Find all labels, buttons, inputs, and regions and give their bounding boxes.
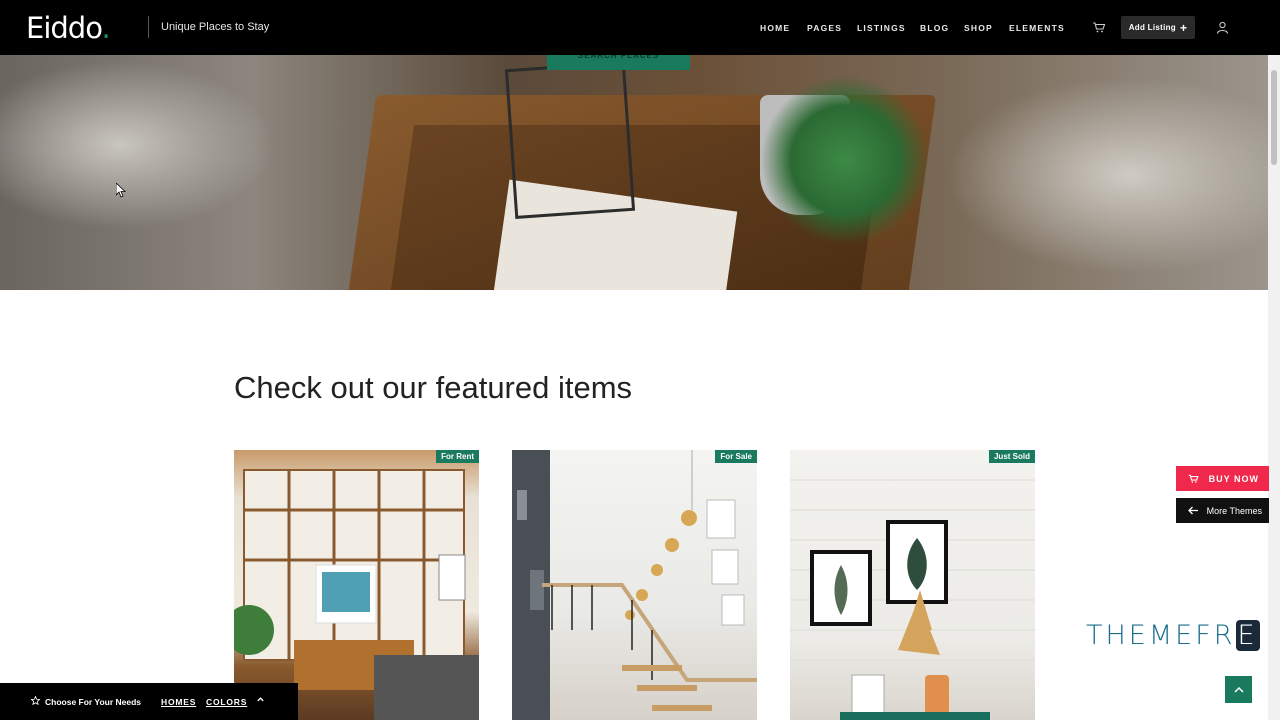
- hero-image: [0, 55, 1268, 290]
- choose-needs-label: Choose For Your Needs: [45, 697, 142, 707]
- card-image-living-room: [234, 469, 479, 720]
- card-image-staircase: [512, 450, 757, 720]
- nav-shop[interactable]: SHOP: [964, 23, 993, 33]
- chevron-up-icon: [1233, 686, 1244, 693]
- add-listing-button[interactable]: Add Listing +: [1121, 16, 1195, 39]
- logo-text: Eiddo: [26, 11, 102, 45]
- buy-now-button[interactable]: BUY NOW: [1176, 466, 1269, 491]
- nav-blog[interactable]: BLOG: [920, 23, 949, 33]
- brand-e-box: E: [1235, 620, 1260, 651]
- add-listing-label: Add Listing: [1128, 23, 1176, 32]
- more-themes-label: More Themes: [1206, 505, 1262, 516]
- brand-text: THEMEFR: [1086, 620, 1236, 651]
- scrollbar-thumb[interactable]: [1271, 70, 1277, 165]
- mouse-cursor-icon: [116, 183, 126, 198]
- site-header: Eiddo. Unique Places to Stay HOME PAGES …: [0, 0, 1280, 55]
- tagline-divider: [148, 16, 149, 38]
- featured-card[interactable]: For Sale: [512, 450, 757, 720]
- arrow-left-icon: [1188, 506, 1198, 515]
- nav-home[interactable]: HOME: [760, 23, 790, 33]
- card-image-wall-art: [790, 479, 1035, 720]
- plus-icon: +: [1179, 20, 1188, 35]
- colors-link[interactable]: COLORS: [206, 697, 247, 707]
- site-logo[interactable]: Eiddo.: [26, 11, 111, 45]
- nav-pages[interactable]: PAGES: [807, 23, 842, 33]
- buy-now-label: BUY NOW: [1208, 473, 1259, 484]
- back-to-top-button[interactable]: [1225, 676, 1252, 703]
- featured-section-title: Check out our featured items: [234, 370, 633, 405]
- status-badge: For Rent: [436, 450, 479, 463]
- demo-chooser-bar: Choose For Your Needs HOMES COLORS: [0, 683, 298, 720]
- cart-icon: [1188, 474, 1199, 483]
- status-badge: For Sale: [715, 450, 757, 463]
- star-icon: [31, 696, 40, 705]
- status-badge: Just Sold: [988, 450, 1035, 463]
- hero-plant-shape: [760, 75, 930, 245]
- cart-icon[interactable]: [1092, 20, 1106, 34]
- more-themes-button[interactable]: More Themes: [1176, 498, 1269, 523]
- themefre-brand-logo[interactable]: THEMEFRE: [1086, 620, 1260, 651]
- homes-link[interactable]: HOMES: [161, 697, 196, 707]
- logo-dot: .: [101, 11, 110, 45]
- hero-geometric-frame-shape: [504, 60, 636, 220]
- featured-card[interactable]: For Rent: [234, 450, 479, 720]
- chevron-up-icon[interactable]: [256, 695, 265, 704]
- user-icon[interactable]: [1216, 21, 1229, 34]
- nav-listings[interactable]: LISTINGS: [857, 23, 906, 33]
- nav-elements[interactable]: ELEMENTS: [1009, 23, 1065, 33]
- featured-card[interactable]: Just Sold: [790, 450, 1035, 720]
- site-tagline: Unique Places to Stay: [161, 21, 270, 33]
